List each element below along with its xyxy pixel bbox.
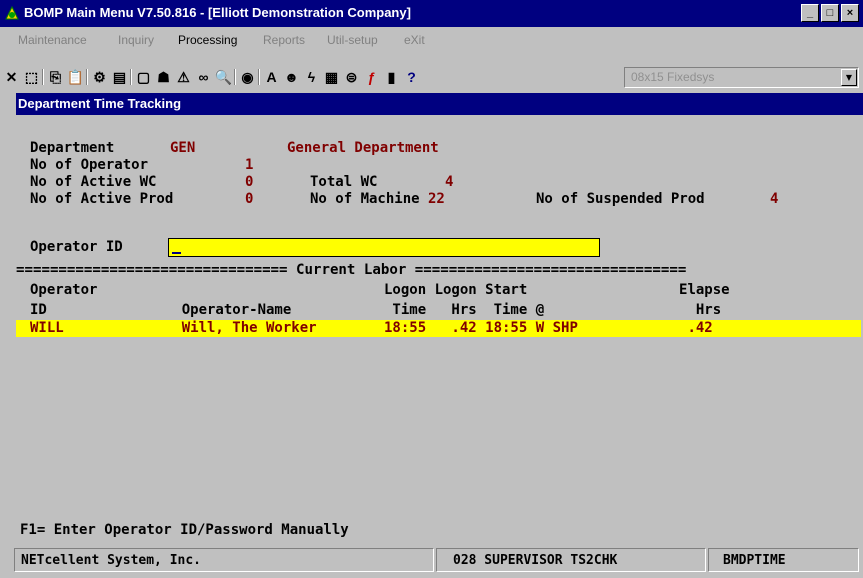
link-icon[interactable]: ⊜ <box>342 67 361 87</box>
department-code: GEN <box>170 140 196 156</box>
calculator-icon[interactable]: ▦ <box>322 67 341 87</box>
globe-icon[interactable]: ◉ <box>238 67 257 87</box>
menu-util-setup[interactable]: Util-setup <box>327 33 378 47</box>
no-of-active-wc-value: 0 <box>245 174 254 190</box>
close-button[interactable]: × <box>841 4 859 22</box>
binoculars-icon[interactable]: ∞ <box>194 67 213 87</box>
toolbar: ✕ ⬚ ⎘ 📋 ⚙ ▤ ▢ ☗ ⚠ ∞ 🔍 ◉ A ☻ ϟ ▦ ⊜ ƒ ▮ ? … <box>0 51 863 89</box>
restore-button[interactable]: □ <box>821 4 839 22</box>
warning-icon[interactable]: ⚠ <box>174 67 193 87</box>
font-icon[interactable]: A <box>262 67 281 87</box>
title-bar: BOMP Main Menu V7.50.816 - [Elliott Demo… <box>0 0 863 27</box>
font-select[interactable]: 08x15 Fixedsys ▼ <box>624 67 859 88</box>
no-of-suspended-label: No of Suspended Prod <box>536 191 705 207</box>
department-label: Department <box>30 140 115 156</box>
menu-exit[interactable]: eXit <box>404 33 425 47</box>
total-wc-value: 4 <box>445 174 454 190</box>
status-company: NETcellent System, Inc. <box>14 548 434 572</box>
chevron-down-icon[interactable]: ▼ <box>841 69 857 86</box>
menu-maintenance[interactable]: Maintenance <box>18 33 87 47</box>
no-of-active-prod-label: No of Active Prod <box>30 191 174 207</box>
status-session: 028 SUPERVISOR TS2CHK <box>436 548 706 572</box>
text-cursor <box>172 252 181 254</box>
select-icon[interactable]: ⬚ <box>22 67 41 87</box>
function-icon[interactable]: ƒ <box>362 67 381 87</box>
menu-inquiry[interactable]: Inquiry <box>118 33 154 47</box>
department-name: General Department <box>287 140 439 156</box>
people-icon[interactable]: ☗ <box>154 67 173 87</box>
menu-processing[interactable]: Processing <box>178 33 237 47</box>
paste-icon[interactable]: 📋 <box>66 67 85 87</box>
document-icon[interactable]: ▤ <box>110 67 129 87</box>
status-program: BMDPTIME <box>708 548 859 572</box>
operator-id-label: Operator ID <box>30 239 123 255</box>
f1-hint: F1= Enter Operator ID/Password Manually <box>20 522 349 538</box>
window-title: BOMP Main Menu V7.50.816 - [Elliott Demo… <box>24 5 411 20</box>
minimize-button[interactable]: _ <box>801 4 819 22</box>
menu-bar: Maintenance Inquiry Processing Reports U… <box>0 29 863 49</box>
labor-row-text: WILL Will, The Worker 18:55 .42 18:55 W … <box>30 320 713 336</box>
labor-header-row-2: ID Operator-Name Time Hrs Time @ Hrs <box>30 302 722 318</box>
no-of-operator-value: 1 <box>245 157 254 173</box>
no-of-operator-label: No of Operator <box>30 157 149 173</box>
user-icon[interactable]: ☻ <box>282 67 301 87</box>
screen-title: Department Time Tracking <box>16 93 863 115</box>
no-of-active-prod-value: 0 <box>245 191 254 207</box>
labor-header-row-1: Operator Logon Logon Start Elapse <box>30 282 730 298</box>
book-icon[interactable]: ▮ <box>382 67 401 87</box>
operator-id-input[interactable] <box>168 238 600 257</box>
settings-icon[interactable]: ⚙ <box>90 67 109 87</box>
app-icon <box>5 5 19 20</box>
font-select-value: 08x15 Fixedsys <box>631 70 715 84</box>
menu-reports[interactable]: Reports <box>263 33 305 47</box>
total-wc-label: Total WC <box>310 174 378 190</box>
no-of-machine-label: No of Machine <box>310 191 420 207</box>
no-of-active-wc-label: No of Active WC <box>30 174 157 190</box>
close-icon[interactable]: ✕ <box>2 67 21 87</box>
window-icon[interactable]: ▢ <box>134 67 153 87</box>
bolt-icon[interactable]: ϟ <box>302 67 321 87</box>
window-controls: _ □ × <box>801 4 859 22</box>
no-of-suspended-value: 4 <box>770 191 779 207</box>
table-row[interactable]: WILL Will, The Worker 18:55 .42 18:55 W … <box>16 320 861 337</box>
current-labor-divider: ================================ Current… <box>16 262 687 278</box>
help-icon[interactable]: ? <box>402 67 421 87</box>
no-of-machine-value: 22 <box>428 191 445 207</box>
search-icon[interactable]: 🔍 <box>214 67 233 87</box>
copy-icon[interactable]: ⎘ <box>46 67 65 87</box>
